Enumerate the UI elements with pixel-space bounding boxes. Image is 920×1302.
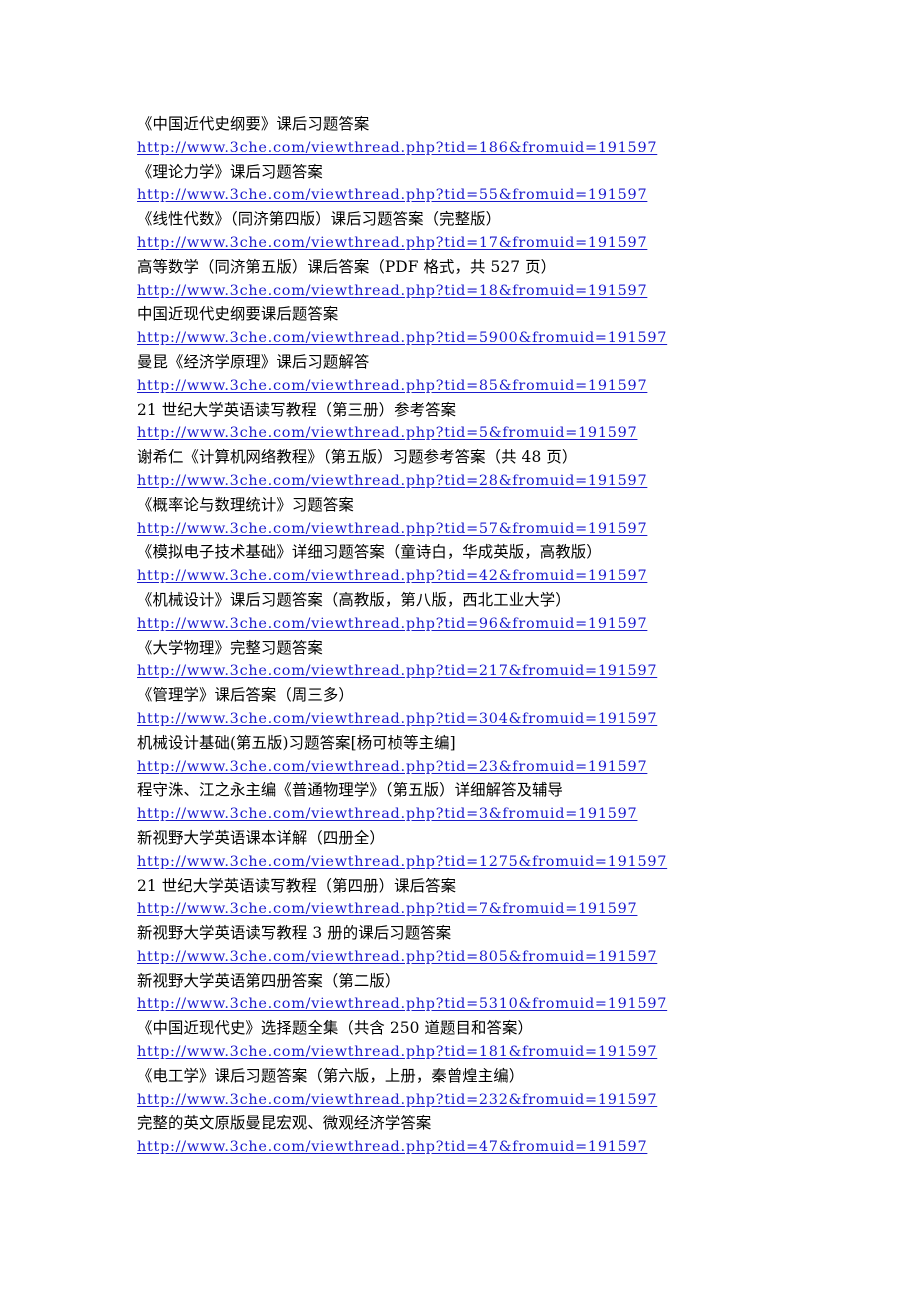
answer-entry: 中国近现代史纲要课后题答案 http://www.3che.com/viewthr…	[137, 303, 797, 351]
answer-entry: 新视野大学英语第四册答案（第二版） http://www.3che.com/vie…	[137, 970, 797, 1018]
answer-entry: 《管理学》课后答案（周三多） http://www.3che.com/viewth…	[137, 684, 797, 732]
entry-title: 中国近现代史纲要课后题答案	[137, 305, 339, 324]
entry-link[interactable]: http://www.3che.com/viewthread.php?tid=8…	[137, 375, 647, 399]
document-page: 《中国近代史纲要》课后习题答案 http://www.3che.com/viewt…	[0, 0, 920, 1302]
answer-entry: 《概率论与数理统计》习题答案 http://www.3che.com/viewth…	[137, 494, 797, 542]
entry-title: 高等数学（同济第五版）课后答案（PDF 格式，共 527 页）	[137, 257, 557, 276]
entry-link[interactable]: http://www.3che.com/viewthread.php?tid=5…	[137, 993, 667, 1017]
entry-title: 《理论力学》课后习题答案	[137, 162, 323, 181]
entry-link[interactable]: http://www.3che.com/viewthread.php?tid=5…	[137, 184, 647, 208]
entry-link[interactable]: http://www.3che.com/viewthread.php?tid=8…	[137, 946, 657, 970]
answer-entry: 谢希仁《计算机网络教程》（第五版）习题参考答案（共 48 页） http://ww…	[137, 446, 797, 494]
answer-entry: 21 世纪大学英语读写教程（第四册）课后答案 http://www.3che.co…	[137, 875, 797, 923]
entry-link[interactable]: http://www.3che.com/viewthread.php?tid=4…	[137, 1136, 647, 1160]
entry-title: 谢希仁《计算机网络教程》（第五版）习题参考答案（共 48 页）	[137, 448, 578, 467]
entry-link[interactable]: http://www.3che.com/viewthread.php?tid=2…	[137, 660, 657, 684]
entry-title: 程守洙、江之永主编《普通物理学》（第五版）详细解答及辅导	[137, 781, 564, 800]
answer-entry: 《中国近代史纲要》课后习题答案 http://www.3che.com/viewt…	[137, 113, 797, 161]
entry-link[interactable]: http://www.3che.com/viewthread.php?tid=7…	[137, 898, 637, 922]
entry-title: 新视野大学英语第四册答案（第二版）	[137, 971, 401, 990]
entry-link[interactable]: http://www.3che.com/viewthread.php?tid=5…	[137, 518, 647, 542]
answer-link-list: 《中国近代史纲要》课后习题答案 http://www.3che.com/viewt…	[137, 113, 797, 1160]
entry-title: 完整的英文原版曼昆宏观、微观经济学答案	[137, 1114, 432, 1133]
entry-link[interactable]: http://www.3che.com/viewthread.php?tid=1…	[137, 851, 667, 875]
answer-entry: 机械设计基础(第五版)习题答案[杨可桢等主编] http://www.3che.c…	[137, 732, 797, 780]
entry-link[interactable]: http://www.3che.com/viewthread.php?tid=4…	[137, 565, 647, 589]
entry-link[interactable]: http://www.3che.com/viewthread.php?tid=3…	[137, 803, 637, 827]
entry-title: 《中国近代史纲要》课后习题答案	[137, 115, 370, 133]
entry-link[interactable]: http://www.3che.com/viewthread.php?tid=9…	[137, 613, 647, 637]
entry-title: 新视野大学英语读写教程 3 册的课后习题答案	[137, 924, 452, 943]
answer-entry: 《理论力学》课后习题答案 http://www.3che.com/viewthre…	[137, 161, 797, 209]
answer-entry: 曼昆《经济学原理》课后习题解答 http://www.3che.com/viewt…	[137, 351, 797, 399]
entry-link[interactable]: http://www.3che.com/viewthread.php?tid=1…	[137, 137, 657, 161]
answer-entry: 新视野大学英语读写教程 3 册的课后习题答案 http://www.3che.co…	[137, 922, 797, 970]
entry-link[interactable]: http://www.3che.com/viewthread.php?tid=1…	[137, 232, 647, 256]
answer-entry: 《机械设计》课后习题答案（高教版，第八版，西北工业大学） http://www.3…	[137, 589, 797, 637]
entry-link[interactable]: http://www.3che.com/viewthread.php?tid=1…	[137, 280, 647, 304]
answer-entry: 完整的英文原版曼昆宏观、微观经济学答案 http://www.3che.com/v…	[137, 1112, 797, 1160]
entry-title: 曼昆《经济学原理》课后习题解答	[137, 352, 370, 371]
entry-title: 机械设计基础(第五版)习题答案[杨可桢等主编]	[137, 733, 456, 752]
answer-entry: 《大学物理》完整习题答案 http://www.3che.com/viewthre…	[137, 637, 797, 685]
entry-title: 《大学物理》完整习题答案	[137, 638, 323, 657]
entry-link[interactable]: http://www.3che.com/viewthread.php?tid=5…	[137, 327, 667, 351]
entry-title: 新视野大学英语课本详解（四册全）	[137, 828, 385, 847]
answer-entry: 《电工学》课后习题答案（第六版，上册，秦曾煌主编） http://www.3che…	[137, 1065, 797, 1113]
entry-title: 《机械设计》课后习题答案（高教版，第八版，西北工业大学）	[137, 590, 571, 609]
entry-link[interactable]: http://www.3che.com/viewthread.php?tid=3…	[137, 708, 657, 732]
entry-title: 21 世纪大学英语读写教程（第四册）课后答案	[137, 876, 457, 895]
entry-title: 《管理学》课后答案（周三多）	[137, 686, 354, 705]
entry-link[interactable]: http://www.3che.com/viewthread.php?tid=1…	[137, 1041, 657, 1065]
entry-link[interactable]: http://www.3che.com/viewthread.php?tid=2…	[137, 1089, 657, 1113]
answer-entry: 程守洙、江之永主编《普通物理学》（第五版）详细解答及辅导 http://www.3…	[137, 779, 797, 827]
entry-title: 《线性代数》（同济第四版）课后习题答案（完整版）	[137, 210, 502, 229]
answer-entry: 《线性代数》（同济第四版）课后习题答案（完整版） http://www.3che.…	[137, 208, 797, 256]
entry-link[interactable]: http://www.3che.com/viewthread.php?tid=5…	[137, 422, 637, 446]
entry-title: 《概率论与数理统计》习题答案	[137, 495, 354, 514]
entry-title: 21 世纪大学英语读写教程（第三册）参考答案	[137, 400, 457, 419]
entry-link[interactable]: http://www.3che.com/viewthread.php?tid=2…	[137, 470, 647, 494]
entry-title: 《模拟电子技术基础》详细习题答案（童诗白，华成英版，高教版）	[137, 543, 602, 562]
answer-entry: 高等数学（同济第五版）课后答案（PDF 格式，共 527 页） http://ww…	[137, 256, 797, 304]
answer-entry: 《模拟电子技术基础》详细习题答案（童诗白，华成英版，高教版） http://www…	[137, 541, 797, 589]
answer-entry: 21 世纪大学英语读写教程（第三册）参考答案 http://www.3che.co…	[137, 399, 797, 447]
answer-entry: 《中国近现代史》选择题全集（共含 250 道题目和答案） http://www.3…	[137, 1017, 797, 1065]
answer-entry: 新视野大学英语课本详解（四册全） http://www.3che.com/view…	[137, 827, 797, 875]
entry-title: 《电工学》课后习题答案（第六版，上册，秦曾煌主编）	[137, 1066, 525, 1085]
entry-title: 《中国近现代史》选择题全集（共含 250 道题目和答案）	[137, 1019, 533, 1038]
entry-link[interactable]: http://www.3che.com/viewthread.php?tid=2…	[137, 756, 647, 780]
